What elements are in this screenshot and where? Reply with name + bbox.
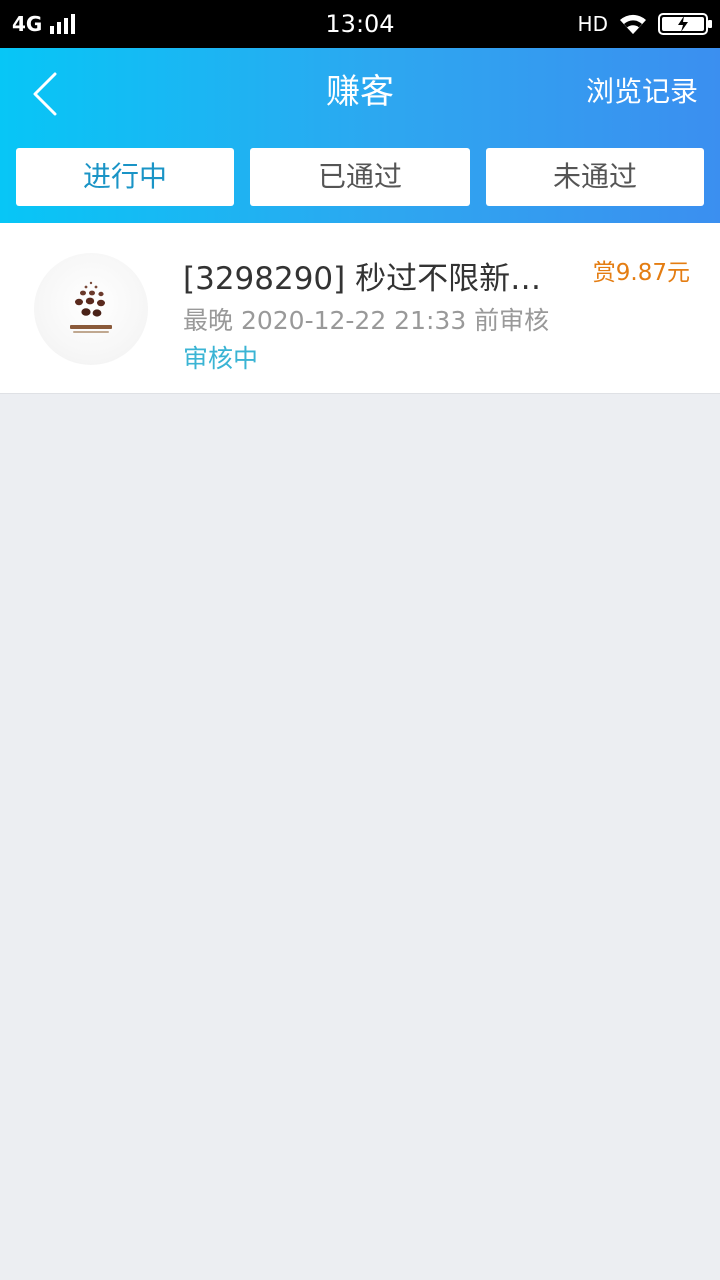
status-tabs: 进行中 已通过 未通过	[16, 148, 704, 206]
tab-in-progress[interactable]: 进行中	[16, 148, 234, 206]
task-deadline: 最晚 2020-12-22 21:33 前审核	[183, 306, 550, 335]
tab-rejected[interactable]: 未通过	[486, 148, 704, 206]
chevron-left-icon	[33, 72, 57, 116]
app-header: 赚客 浏览记录 进行中 已通过 未通过	[0, 48, 720, 223]
task-title: [3298290] 秒过不限新老…	[183, 261, 563, 297]
task-status: 审核中	[183, 344, 259, 373]
hd-indicator: HD	[577, 12, 608, 36]
tab-approved[interactable]: 已通过	[250, 148, 470, 206]
status-right: HD	[577, 0, 712, 48]
coffee-beans-logo	[70, 281, 112, 333]
task-reward: 赏9.87元	[592, 260, 690, 286]
back-button[interactable]	[20, 66, 70, 122]
battery-icon	[658, 13, 712, 35]
task-thumbnail	[34, 253, 148, 365]
browse-history-link[interactable]: 浏览记录	[586, 48, 698, 136]
wifi-icon	[620, 14, 646, 34]
task-list-item[interactable]: [3298290] 秒过不限新老… 最晚 2020-12-22 21:33 前审…	[0, 223, 720, 394]
status-bar: 4G 13:04 HD	[0, 0, 720, 48]
